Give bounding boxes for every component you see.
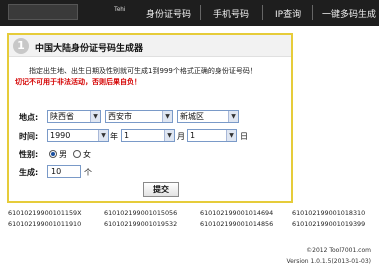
district-value: 新城区 <box>180 112 204 121</box>
logo-text: Tehi <box>114 7 126 13</box>
chevron-down-icon: ▼ <box>228 111 238 122</box>
city-value: 西安市 <box>108 112 132 121</box>
result-item: 610102199001014856 <box>200 220 274 228</box>
province-value: 陕西省 <box>50 112 74 121</box>
nav-divider <box>200 5 201 20</box>
result-item: 610102199001011910 <box>8 220 82 228</box>
nav-item-multi-code[interactable]: 一键多码生成 <box>322 7 376 20</box>
count-value: 10 <box>51 167 62 176</box>
panel-header: 1 中国大陆身份证号码生成器 <box>9 35 291 57</box>
footer-copyright: ©2012 Tool7001.com <box>306 247 371 254</box>
result-item: 610102199001019399 <box>292 220 366 228</box>
chevron-down-icon: ▼ <box>98 130 108 141</box>
chevron-down-icon: ▼ <box>226 130 236 141</box>
gender-female-radio[interactable] <box>73 150 81 158</box>
result-item: 610102199001015056 <box>104 209 178 217</box>
count-unit: 个 <box>84 168 92 177</box>
month-unit: 月 <box>177 132 185 141</box>
month-select[interactable]: 1 ▼ <box>121 129 175 142</box>
year-value: 1990 <box>50 131 71 140</box>
nav-divider <box>312 5 313 20</box>
site-logo[interactable] <box>8 4 78 20</box>
submit-button[interactable]: 提交 <box>143 182 179 197</box>
chevron-down-icon: ▼ <box>90 111 100 122</box>
result-item: 61010219900101159X <box>8 209 82 217</box>
panel-description: 指定出生地、出生日期及性别就可生成1到999个格式正确的身份证号码！ 切记不可用… <box>15 66 289 88</box>
nav-divider <box>262 5 263 20</box>
district-select[interactable]: 新城区 ▼ <box>177 110 239 123</box>
day-value: 1 <box>190 131 196 140</box>
id-generator-panel: 1 中国大陆身份证号码生成器 指定出生地、出生日期及性别就可生成1到999个格式… <box>7 33 293 203</box>
result-item: 610102199001014694 <box>200 209 274 217</box>
nav-item-phone-number[interactable]: 手机号码 <box>213 7 249 20</box>
chevron-down-icon: ▼ <box>162 111 172 122</box>
result-item: 610102199001019532 <box>104 220 178 228</box>
nav-item-id-number[interactable]: 身份证号码 <box>146 7 191 20</box>
step-number-badge: 1 <box>13 38 29 54</box>
description-text: 指定出生地、出生日期及性别就可生成1到999个格式正确的身份证号码！ <box>29 67 257 75</box>
result-item: 610102199001018310 <box>292 209 366 217</box>
count-label: 生成: <box>19 168 39 177</box>
footer-version: Version 1.0.1.5(2013-01-03) <box>286 258 371 265</box>
nav-item-ip-lookup[interactable]: IP查询 <box>275 7 301 20</box>
gender-male-label[interactable]: 男 <box>59 149 67 160</box>
chevron-down-icon: ▼ <box>164 130 174 141</box>
gender-label: 性别: <box>19 150 39 159</box>
warning-text: 切记不可用于非法活动，否则后果自负！ <box>15 78 141 86</box>
top-nav-bar: Tehi 身份证号码 手机号码 IP查询 一键多码生成 <box>0 0 379 26</box>
year-unit: 年 <box>110 132 118 141</box>
city-select[interactable]: 西安市 ▼ <box>105 110 173 123</box>
day-select[interactable]: 1 ▼ <box>187 129 237 142</box>
province-select[interactable]: 陕西省 ▼ <box>47 110 101 123</box>
date-label: 时间: <box>19 132 39 141</box>
month-value: 1 <box>124 131 130 140</box>
location-label: 地点: <box>19 113 39 122</box>
gender-female-label[interactable]: 女 <box>83 149 91 160</box>
day-unit: 日 <box>240 132 248 141</box>
gender-male-radio[interactable] <box>49 150 57 158</box>
panel-title: 中国大陆身份证号码生成器 <box>35 44 144 54</box>
count-input[interactable]: 10 <box>47 165 81 178</box>
year-select[interactable]: 1990 ▼ <box>47 129 109 142</box>
